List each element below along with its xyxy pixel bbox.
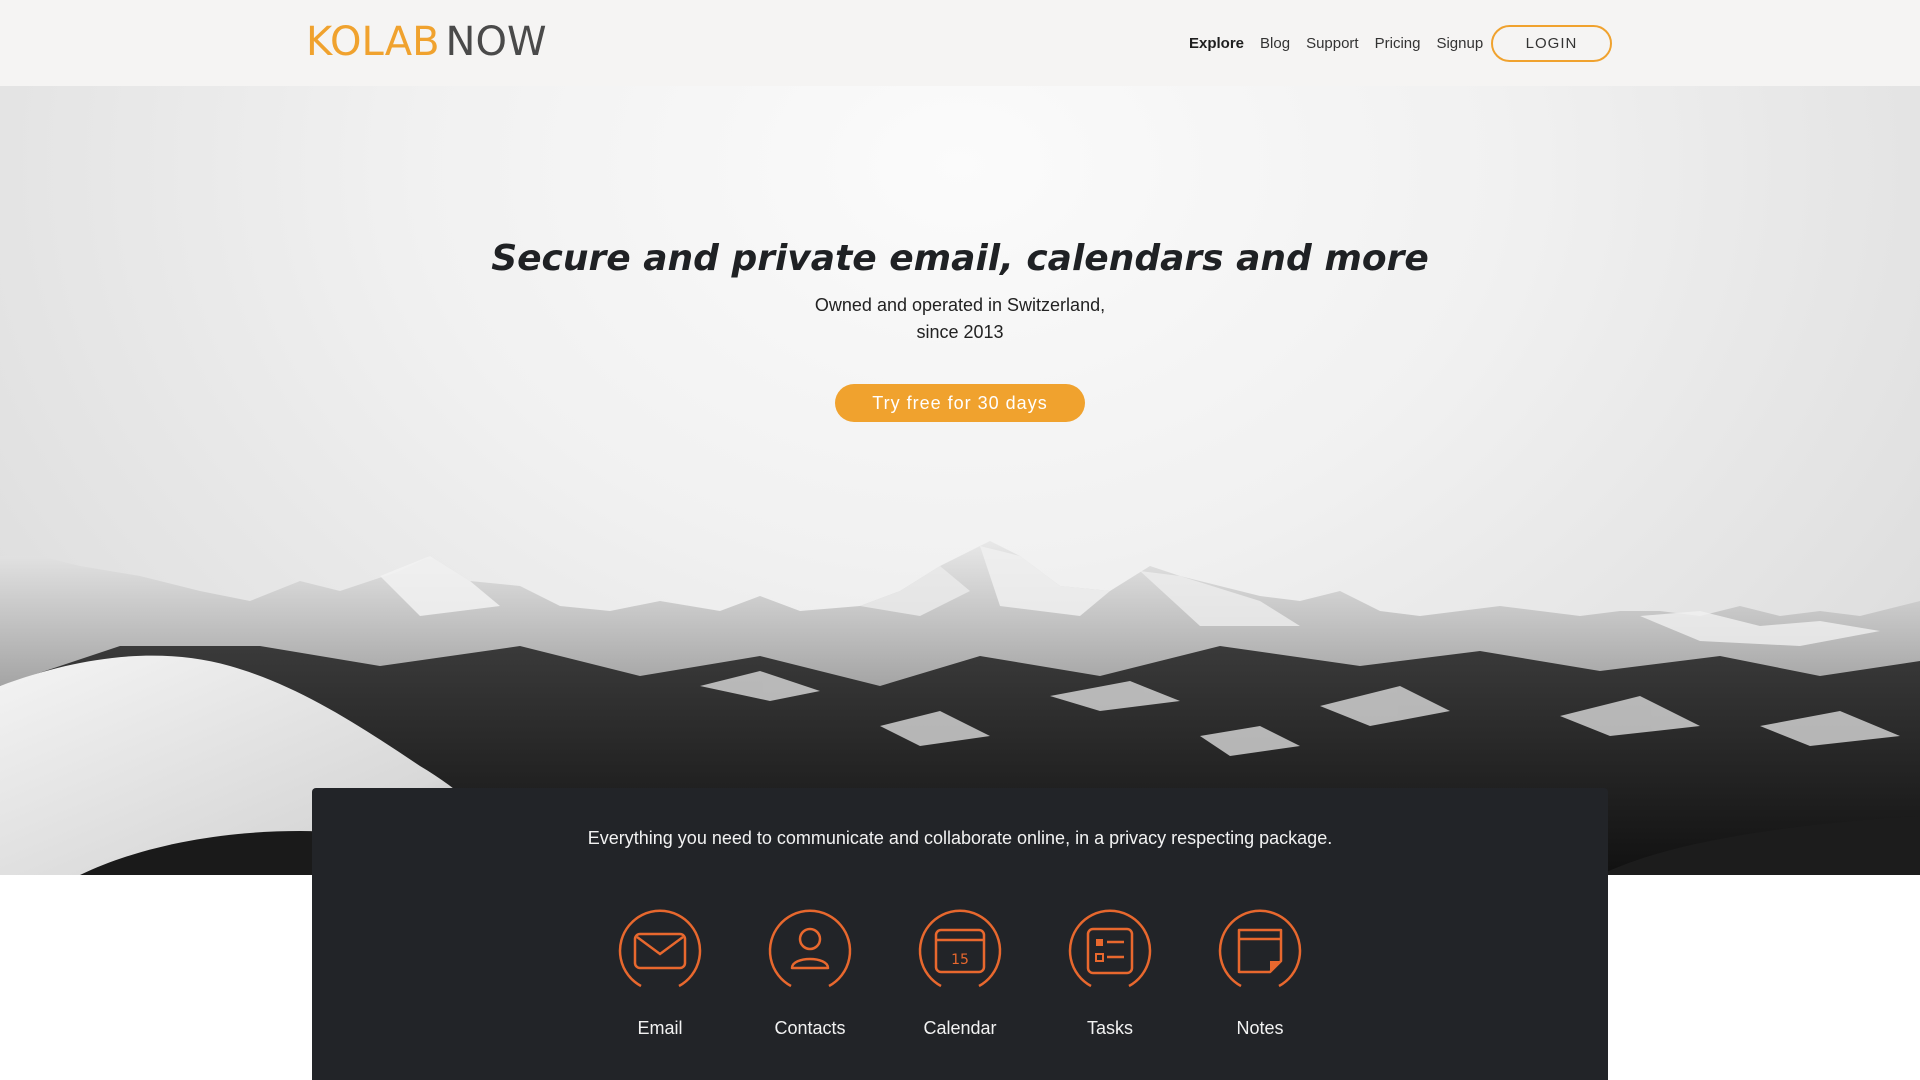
feature-contacts[interactable]: Contacts	[735, 906, 885, 1039]
features-intro: Everything you need to communicate and c…	[587, 828, 1333, 848]
calendar-icon-day: 15	[951, 952, 969, 968]
hero-section: Secure and private email, calendars and …	[0, 86, 1920, 875]
hero-title: Secure and private email, calendars and …	[491, 238, 1429, 279]
kolab-now-logo[interactable]: KOLAB NOW	[306, 19, 547, 65]
logo-now-text: NOW	[445, 19, 547, 65]
mountain-background-image	[0, 541, 1920, 875]
nav-pricing[interactable]: Pricing	[1375, 35, 1421, 52]
logo-kolab-text: KOLAB	[306, 19, 440, 65]
feature-notes[interactable]: Notes	[1185, 906, 1335, 1039]
hero-subtitle-line2: since 2013	[916, 322, 1004, 342]
tasks-icon	[1068, 909, 1152, 988]
nav-signup[interactable]: Signup	[1436, 35, 1483, 52]
nav-blog[interactable]: Blog	[1260, 35, 1290, 52]
main-nav: Explore Blog Support Pricing Signup	[1173, 0, 1483, 86]
envelope-icon	[618, 909, 702, 988]
feature-tasks-label: Tasks	[1086, 1018, 1133, 1038]
feature-calendar[interactable]: 15 Calendar	[885, 906, 1035, 1039]
features-list: Email Contacts 15 Calendar Tasks Notes	[312, 906, 1608, 1039]
features-panel: Everything you need to communicate and c…	[312, 788, 1608, 1080]
calendar-icon: 15	[918, 909, 1002, 988]
try-free-button[interactable]: Try free for 30 days	[835, 384, 1085, 422]
nav-support[interactable]: Support	[1306, 35, 1359, 52]
note-icon	[1218, 909, 1302, 988]
site-header: KOLAB NOW Explore Blog Support Pricing S…	[0, 0, 1920, 86]
feature-email[interactable]: Email	[585, 906, 735, 1039]
nav-explore[interactable]: Explore	[1189, 35, 1244, 52]
person-icon	[768, 909, 852, 988]
feature-contacts-label: Contacts	[774, 1018, 846, 1038]
hero-subtitle-line1: Owned and operated in Switzerland,	[814, 295, 1106, 315]
feature-calendar-label: Calendar	[923, 1018, 997, 1038]
feature-tasks[interactable]: Tasks	[1035, 906, 1185, 1039]
login-button[interactable]: LOGIN	[1491, 25, 1612, 62]
hero-subtitle: Owned and operated in Switzerland, since…	[0, 292, 1920, 346]
feature-notes-label: Notes	[1236, 1018, 1284, 1038]
feature-email-label: Email	[637, 1018, 683, 1038]
